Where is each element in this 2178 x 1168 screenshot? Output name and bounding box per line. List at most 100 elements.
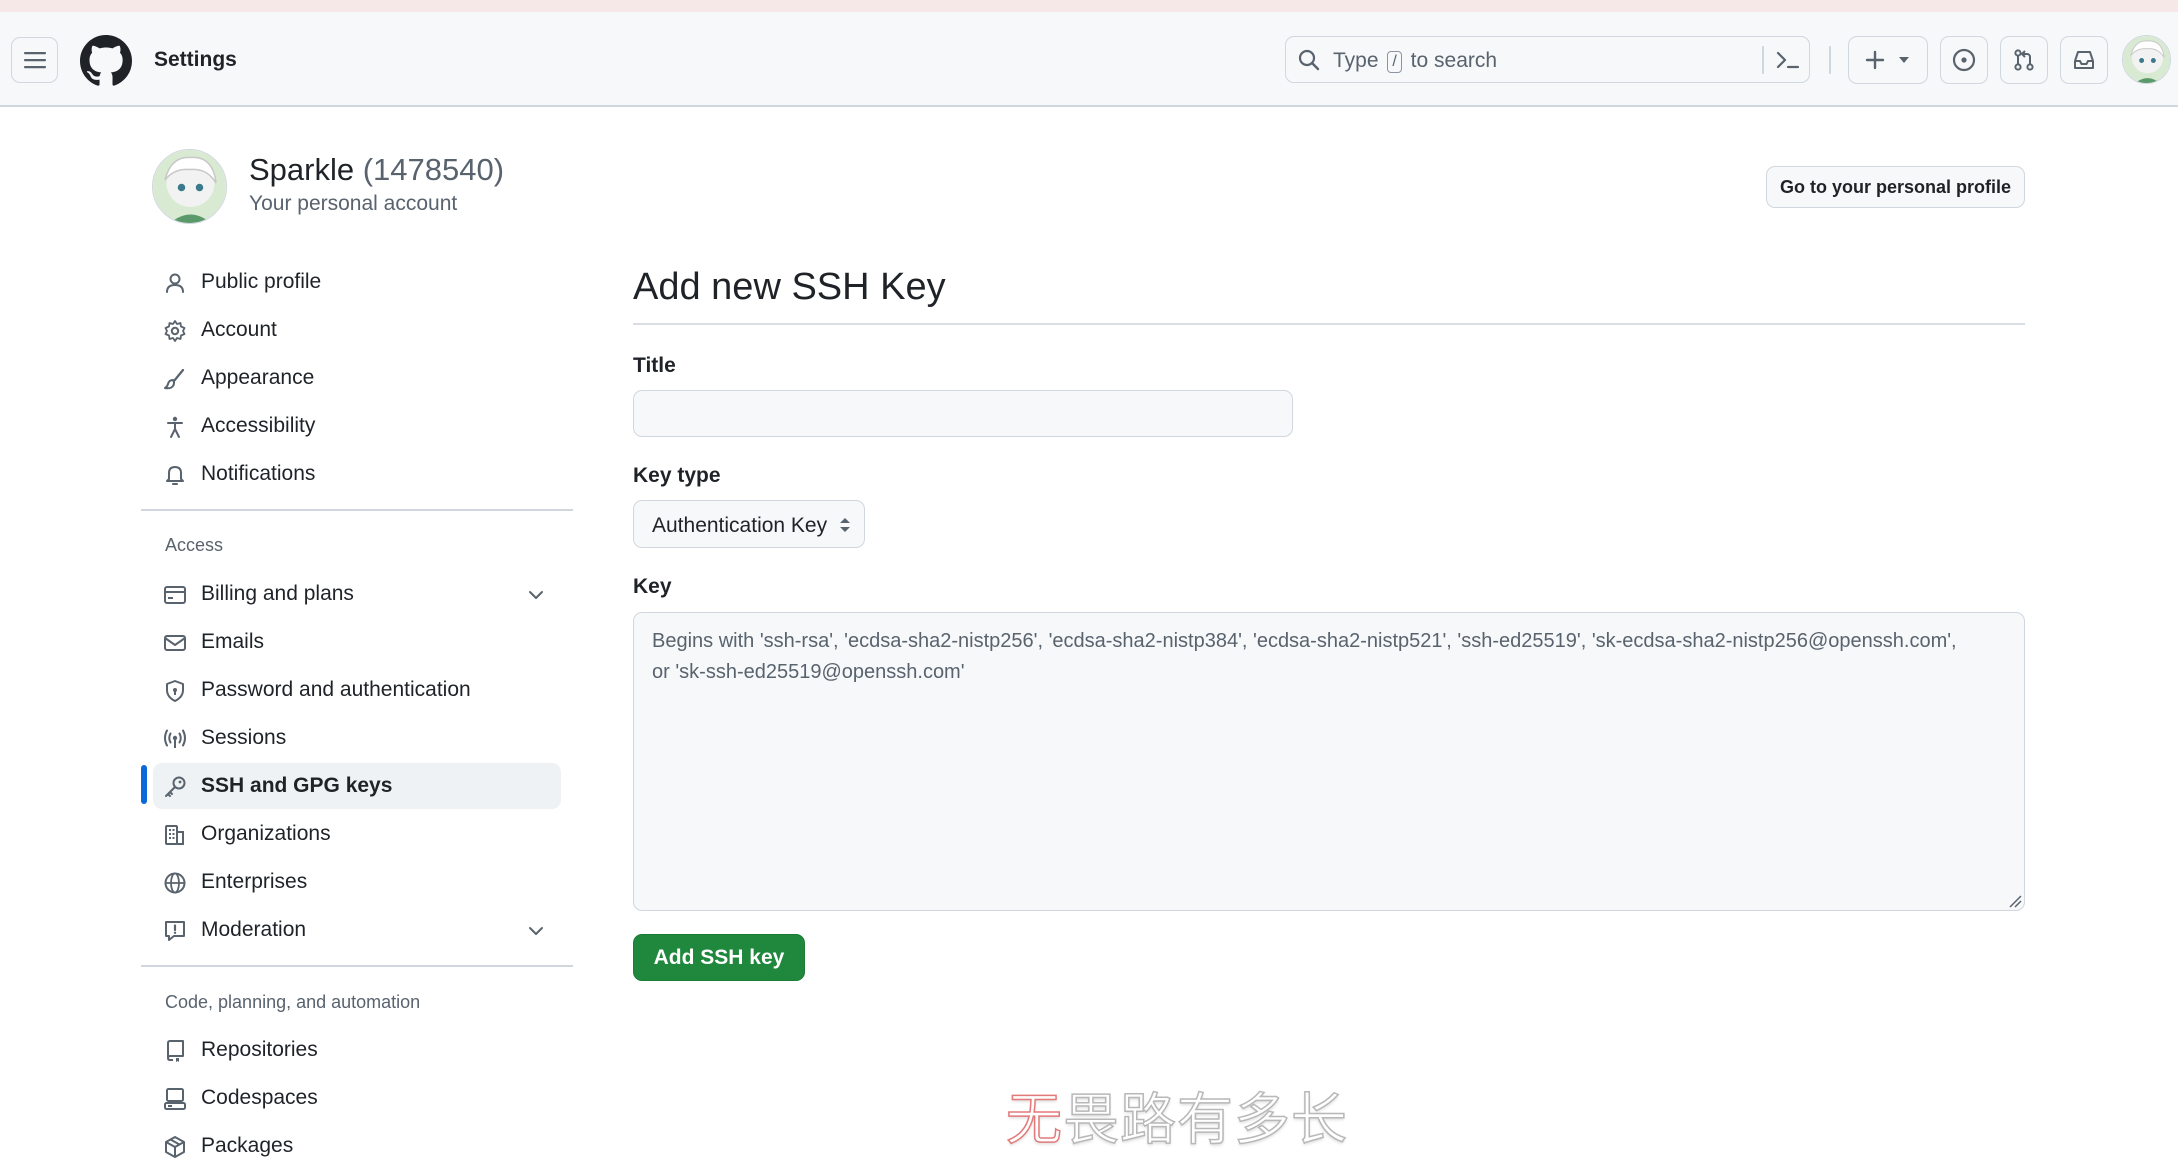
sidebar-item-accessibility[interactable]: Accessibility [153, 403, 561, 449]
broadcast-icon [164, 729, 186, 748]
search-icon [1298, 49, 1320, 71]
key-placeholder: or 'sk-ssh-ed25519@openssh.com' [652, 661, 965, 683]
sidebar-divider [141, 965, 573, 967]
sidebar-item-label: Notifications [201, 462, 316, 485]
paintbrush-icon [164, 368, 185, 390]
sidebar-item-enterprises[interactable]: Enterprises [153, 859, 561, 905]
shield-lock-icon [166, 680, 184, 702]
key-placeholder: Begins with 'ssh-rsa', 'ecdsa-sha2-nistp… [652, 630, 1957, 652]
sidebar-item-repositories[interactable]: Repositories [153, 1027, 561, 1073]
key-type-label: Key type [633, 464, 721, 487]
mail-icon [164, 635, 186, 651]
command-palette-icon[interactable] [1776, 49, 1800, 71]
avatar-image [153, 150, 226, 223]
issues-button[interactable] [1940, 36, 1988, 84]
accessibility-icon [167, 416, 183, 438]
gear-icon [164, 320, 186, 342]
sidebar-item-account[interactable]: Account [153, 307, 561, 353]
sidebar-item-label: Repositories [201, 1038, 318, 1061]
avatar-image [2123, 36, 2170, 83]
sidebar-item-codespaces[interactable]: Codespaces [153, 1075, 561, 1121]
issue-opened-icon [1952, 48, 1976, 72]
key-textarea[interactable]: Begins with 'ssh-rsa', 'ecdsa-sha2-nistp… [633, 612, 2025, 911]
sidebar-item-organizations[interactable]: Organizations [153, 811, 561, 857]
package-icon [165, 1136, 185, 1158]
search-input[interactable]: Type / to search [1285, 36, 1810, 83]
sidebar-item-label: Organizations [201, 822, 331, 845]
sidebar-heading-code: Code, planning, and automation [165, 992, 421, 1012]
add-ssh-key-button[interactable]: Add SSH key [633, 934, 805, 981]
sidebar-item-label: Account [201, 318, 277, 341]
global-header: Settings Type / to search [0, 12, 2178, 107]
hamburger-icon [23, 52, 46, 69]
search-placeholder: Type / to search [1333, 49, 1498, 73]
report-icon [165, 921, 185, 941]
key-icon [165, 776, 186, 797]
person-icon [166, 273, 184, 293]
go-to-profile-button[interactable]: Go to your personal profile [1766, 166, 2025, 208]
watermark: 无畏路有多长 [1005, 1087, 1348, 1154]
title-divider [633, 323, 2025, 325]
sidebar-item-label: Billing and plans [201, 582, 354, 605]
context-title[interactable]: Settings [154, 48, 237, 72]
sidebar-item-label: Public profile [201, 270, 322, 293]
globe-icon [164, 872, 186, 894]
github-logo-icon[interactable] [80, 35, 132, 87]
sidebar-item-label: Accessibility [201, 414, 316, 437]
sidebar-item-billing[interactable]: Billing and plans [153, 571, 561, 617]
pull-requests-button[interactable] [2000, 36, 2048, 84]
chevron-down-icon[interactable] [526, 585, 546, 605]
user-avatar[interactable] [2122, 35, 2171, 84]
header-divider [1829, 46, 1831, 74]
account-avatar[interactable] [152, 149, 227, 224]
active-indicator [141, 765, 147, 804]
select-arrows-icon [840, 518, 850, 532]
sidebar-item-packages[interactable]: Packages [153, 1123, 561, 1168]
search-divider [1762, 46, 1764, 74]
sidebar-item-password-auth[interactable]: Password and authentication [153, 667, 561, 713]
account-id: (1478540) [362, 152, 505, 187]
resize-handle-icon[interactable] [2008, 894, 2022, 908]
key-type-select[interactable]: Authentication Key [633, 500, 865, 548]
sidebar-item-label: Sessions [201, 726, 287, 749]
sidebar-item-label: Moderation [201, 918, 307, 941]
create-new-button[interactable] [1848, 36, 1928, 84]
inbox-button[interactable] [2060, 36, 2108, 84]
sidebar-item-moderation[interactable]: Moderation [153, 907, 561, 953]
git-pull-request-icon [2014, 49, 2034, 71]
sidebar-item-label: Emails [201, 630, 265, 653]
sidebar-item-appearance[interactable]: Appearance [153, 355, 561, 401]
triangle-down-icon [1899, 57, 1909, 63]
key-label: Key [633, 575, 672, 598]
sidebar-divider [141, 509, 573, 511]
sidebar-item-label: Packages [201, 1134, 294, 1157]
title-label: Title [633, 354, 676, 377]
title-field[interactable] [633, 390, 1293, 437]
sidebar-item-label: Password and authentication [201, 678, 471, 701]
organization-icon [165, 825, 184, 845]
sidebar-item-label: Codespaces [201, 1086, 318, 1109]
codespaces-icon [164, 1088, 186, 1110]
key-type-value: Authentication Key [652, 514, 828, 537]
sidebar-item-sessions[interactable]: Sessions [153, 715, 561, 761]
plus-icon [1865, 50, 1885, 70]
search-shortcut-key: / [1387, 51, 1402, 73]
sidebar-item-notifications[interactable]: Notifications [153, 451, 561, 497]
repo-icon [167, 1040, 184, 1062]
account-subtitle: Your personal account [249, 192, 458, 215]
bell-icon [166, 466, 184, 485]
browser-top-strip [0, 0, 2178, 12]
credit-card-icon [164, 586, 186, 604]
sidebar-item-ssh-gpg-keys[interactable]: SSH and GPG keys [153, 763, 561, 809]
chevron-down-icon[interactable] [526, 921, 546, 941]
sidebar-item-public-profile[interactable]: Public profile [153, 259, 561, 305]
page-title: Add new SSH Key [633, 266, 946, 308]
sidebar-item-label: Appearance [201, 366, 315, 389]
menu-button[interactable] [11, 37, 58, 83]
sidebar-item-emails[interactable]: Emails [153, 619, 561, 665]
sidebar-item-label: SSH and GPG keys [201, 774, 393, 797]
sidebar-item-label: Enterprises [201, 870, 308, 893]
inbox-icon [2074, 51, 2094, 69]
sidebar-heading-access: Access [165, 535, 224, 555]
account-name[interactable]: Sparkle (1478540) [249, 152, 504, 188]
